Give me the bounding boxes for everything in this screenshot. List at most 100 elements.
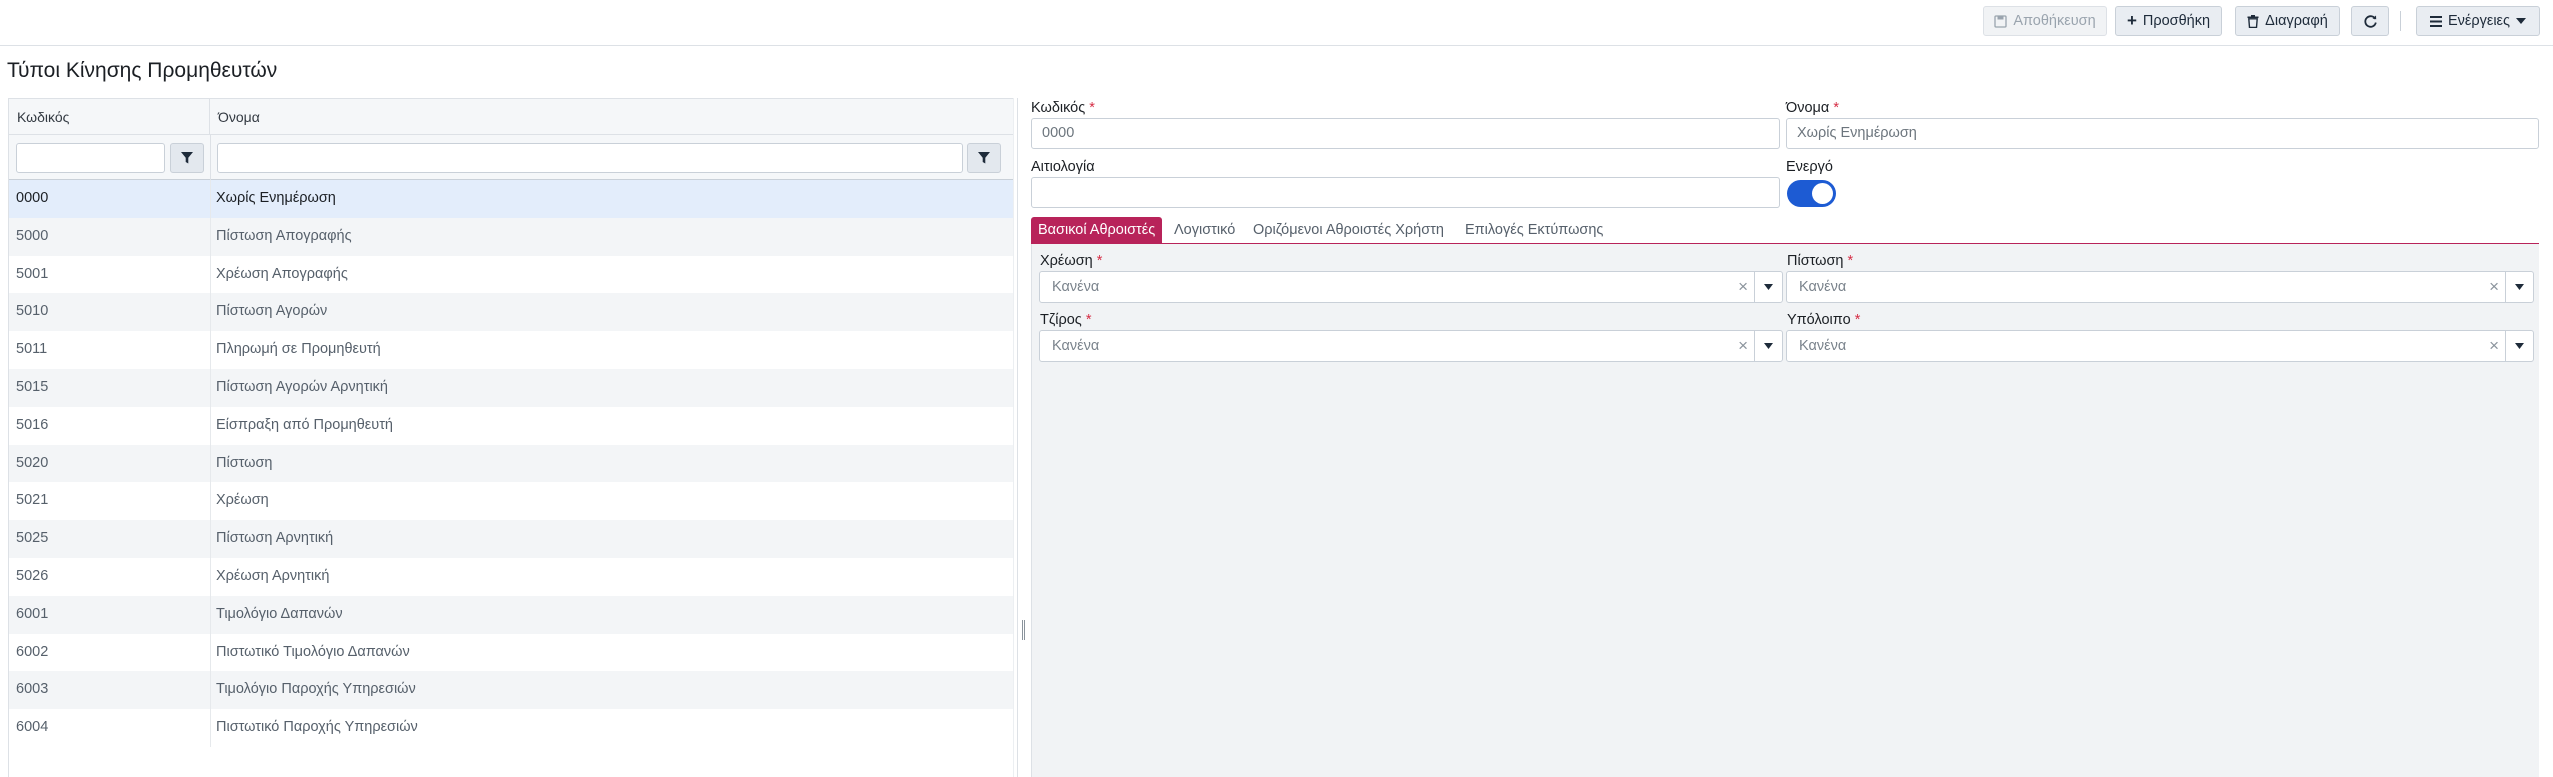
code-filter-button[interactable] (170, 143, 204, 173)
add-button[interactable]: + Προσθήκη (2115, 6, 2222, 36)
active-label: Ενεργό (1786, 159, 1833, 175)
add-label: Προσθήκη (2142, 13, 2211, 29)
row-code: 5010 (16, 303, 49, 320)
row-code: 5016 (16, 416, 49, 433)
table-row[interactable]: 6003 Τιμολόγιο Παροχής Υπηρεσιών (9, 671, 1017, 710)
row-code: 5021 (16, 492, 49, 509)
tab-print-options[interactable]: Επιλογές Εκτύπωσης (1458, 217, 1610, 243)
grid-header: Κωδικός Όνομα (9, 98, 1017, 135)
row-code: 5020 (16, 454, 49, 471)
filter-icon (978, 152, 990, 164)
delete-button[interactable]: Διαγραφή (2235, 6, 2340, 36)
debit-value: Κανένα (1052, 279, 1100, 295)
detail-tabs: Βασικοί Αθροιστές Λογιστικό Οριζόμενοι Α… (1031, 217, 2539, 244)
turnover-label: Τζίρος * (1040, 312, 1092, 328)
row-name: Πίστωση (216, 454, 273, 471)
save-icon (1994, 14, 2007, 28)
name-field[interactable]: Χωρίς Ενημέρωση (1786, 118, 2539, 149)
table-row[interactable]: 5015 Πίστωση Αγορών Αρνητική (9, 368, 1017, 407)
table-row[interactable]: 5025 Πίστωση Αρνητική (9, 520, 1017, 558)
turnover-select[interactable]: Κανένα × (1039, 330, 1783, 362)
row-code: 6001 (16, 605, 49, 622)
code-value: 0000 (1042, 125, 1075, 141)
table-row[interactable]: 0000 Χωρίς Ενημέρωση (9, 180, 1017, 218)
table-row[interactable]: 5016 Είσπραξη από Προμηθευτή (9, 406, 1017, 445)
table-row[interactable]: 5010 Πίστωση Αγορών (9, 293, 1017, 332)
chevron-down-icon[interactable] (2505, 272, 2533, 302)
table-row[interactable]: 5000 Πίστωση Απογραφής (9, 217, 1017, 256)
clear-icon[interactable]: × (1738, 331, 1748, 361)
top-toolbar: Αποθήκευση + Προσθήκη Διαγραφή Ενέργειες (0, 0, 2553, 46)
table-row[interactable]: 5020 Πίστωση (9, 444, 1017, 483)
row-name: Τιμολόγιο Παροχής Υπηρεσιών (216, 681, 416, 698)
table-row[interactable]: 6001 Τιμολόγιο Δαπανών (9, 595, 1017, 634)
name-filter-button[interactable] (967, 143, 1001, 173)
row-name: Χρέωση Αρνητική (216, 567, 330, 584)
turnover-value: Κανένα (1052, 338, 1100, 354)
chevron-down-icon[interactable] (1754, 331, 1782, 361)
row-name: Χωρίς Ενημέρωση (216, 190, 336, 206)
debit-label: Χρέωση * (1040, 253, 1103, 269)
active-toggle[interactable] (1787, 180, 1836, 207)
grid-rows: 0000 Χωρίς Ενημέρωση 5000 Πίστωση Απογραφή… (9, 180, 1017, 747)
row-code: 5025 (16, 530, 49, 547)
table-row[interactable]: 5011 Πληρωμή σε Προμηθευτή (9, 331, 1017, 369)
clear-icon[interactable]: × (2489, 331, 2499, 361)
delete-label: Διαγραφή (2265, 13, 2328, 29)
row-code: 6002 (16, 643, 49, 660)
table-row[interactable]: 6002 Πιστωτικό Τιμολόγιο Δαπανών (9, 633, 1017, 672)
row-name: Είσπραξη από Προμηθευτή (216, 416, 393, 433)
refresh-icon (2363, 14, 2377, 28)
required-marker: * (1089, 100, 1095, 116)
save-button[interactable]: Αποθήκευση (1983, 6, 2107, 36)
code-field[interactable]: 0000 (1031, 118, 1780, 149)
balance-select[interactable]: Κανένα × (1786, 330, 2534, 362)
chevron-down-icon[interactable] (2505, 331, 2533, 361)
debit-select[interactable]: Κανένα × (1039, 271, 1783, 303)
save-label: Αποθήκευση (2013, 13, 2096, 29)
column-header-code[interactable]: Κωδικός (9, 99, 210, 135)
row-name: Πληρωμή σε Προμηθευτή (216, 341, 381, 358)
plus-icon: + (2126, 11, 2137, 30)
row-code: 6003 (16, 681, 49, 698)
row-code: 5015 (16, 378, 49, 395)
credit-select[interactable]: Κανένα × (1786, 271, 2534, 303)
page-title: Τύποι Κίνησης Προμηθευτών (7, 59, 278, 82)
code-filter-input[interactable] (16, 143, 165, 173)
required-marker: * (1854, 312, 1861, 328)
trash-icon (2247, 14, 2259, 28)
name-value: Χωρίς Ενημέρωση (1797, 125, 1917, 141)
tab-accounting[interactable]: Λογιστικό (1167, 217, 1242, 243)
caret-down-icon (2516, 18, 2527, 24)
row-name: Πίστωση Απογραφής (216, 227, 352, 244)
row-code: 5000 (16, 227, 49, 244)
code-label: Κωδικός * (1031, 100, 1095, 116)
actions-menu-button[interactable]: Ενέργειες (2416, 6, 2540, 36)
tab-basic-totals[interactable]: Βασικοί Αθροιστές (1031, 217, 1163, 243)
tab-user-defined-totals[interactable]: Οριζόμενοι Αθροιστές Χρήστη (1246, 217, 1451, 243)
balance-label: Υπόλοιπο * (1787, 312, 1861, 328)
clear-icon[interactable]: × (1738, 272, 1748, 302)
table-row[interactable]: 5001 Χρέωση Απογραφής (9, 255, 1017, 294)
name-label: Όνομα * (1786, 100, 1839, 116)
row-name: Πίστωση Αγορών Αρνητική (216, 378, 388, 395)
table-row[interactable]: 6004 Πιστωτικό Παροχής Υπηρεσιών (9, 709, 1017, 747)
row-name: Πιστωτικό Τιμολόγιο Δαπανών (216, 643, 410, 660)
chevron-down-icon[interactable] (1754, 272, 1782, 302)
name-filter-input[interactable] (217, 143, 963, 173)
reason-field[interactable] (1031, 177, 1780, 208)
refresh-button[interactable] (2351, 6, 2389, 36)
row-code: 5011 (16, 341, 48, 358)
table-row[interactable]: 5021 Χρέωση (9, 482, 1017, 521)
table-row[interactable]: 5026 Χρέωση Αρνητική (9, 557, 1017, 596)
column-header-name[interactable]: Όνομα (210, 99, 1017, 135)
grid-scrollbar[interactable] (1013, 98, 1017, 777)
panel-splitter-handle[interactable] (1022, 620, 1025, 640)
row-name: Χρέωση (216, 492, 269, 509)
balance-value: Κανένα (1799, 338, 1847, 354)
movement-types-grid: Κωδικός Όνομα 0000 Χωρίς Ενημέρωση 5000 Πί… (8, 98, 1018, 777)
actions-label: Ενέργειες (2447, 13, 2511, 29)
clear-icon[interactable]: × (2489, 272, 2499, 302)
row-code: 5026 (16, 567, 49, 584)
required-marker: * (1085, 312, 1092, 328)
